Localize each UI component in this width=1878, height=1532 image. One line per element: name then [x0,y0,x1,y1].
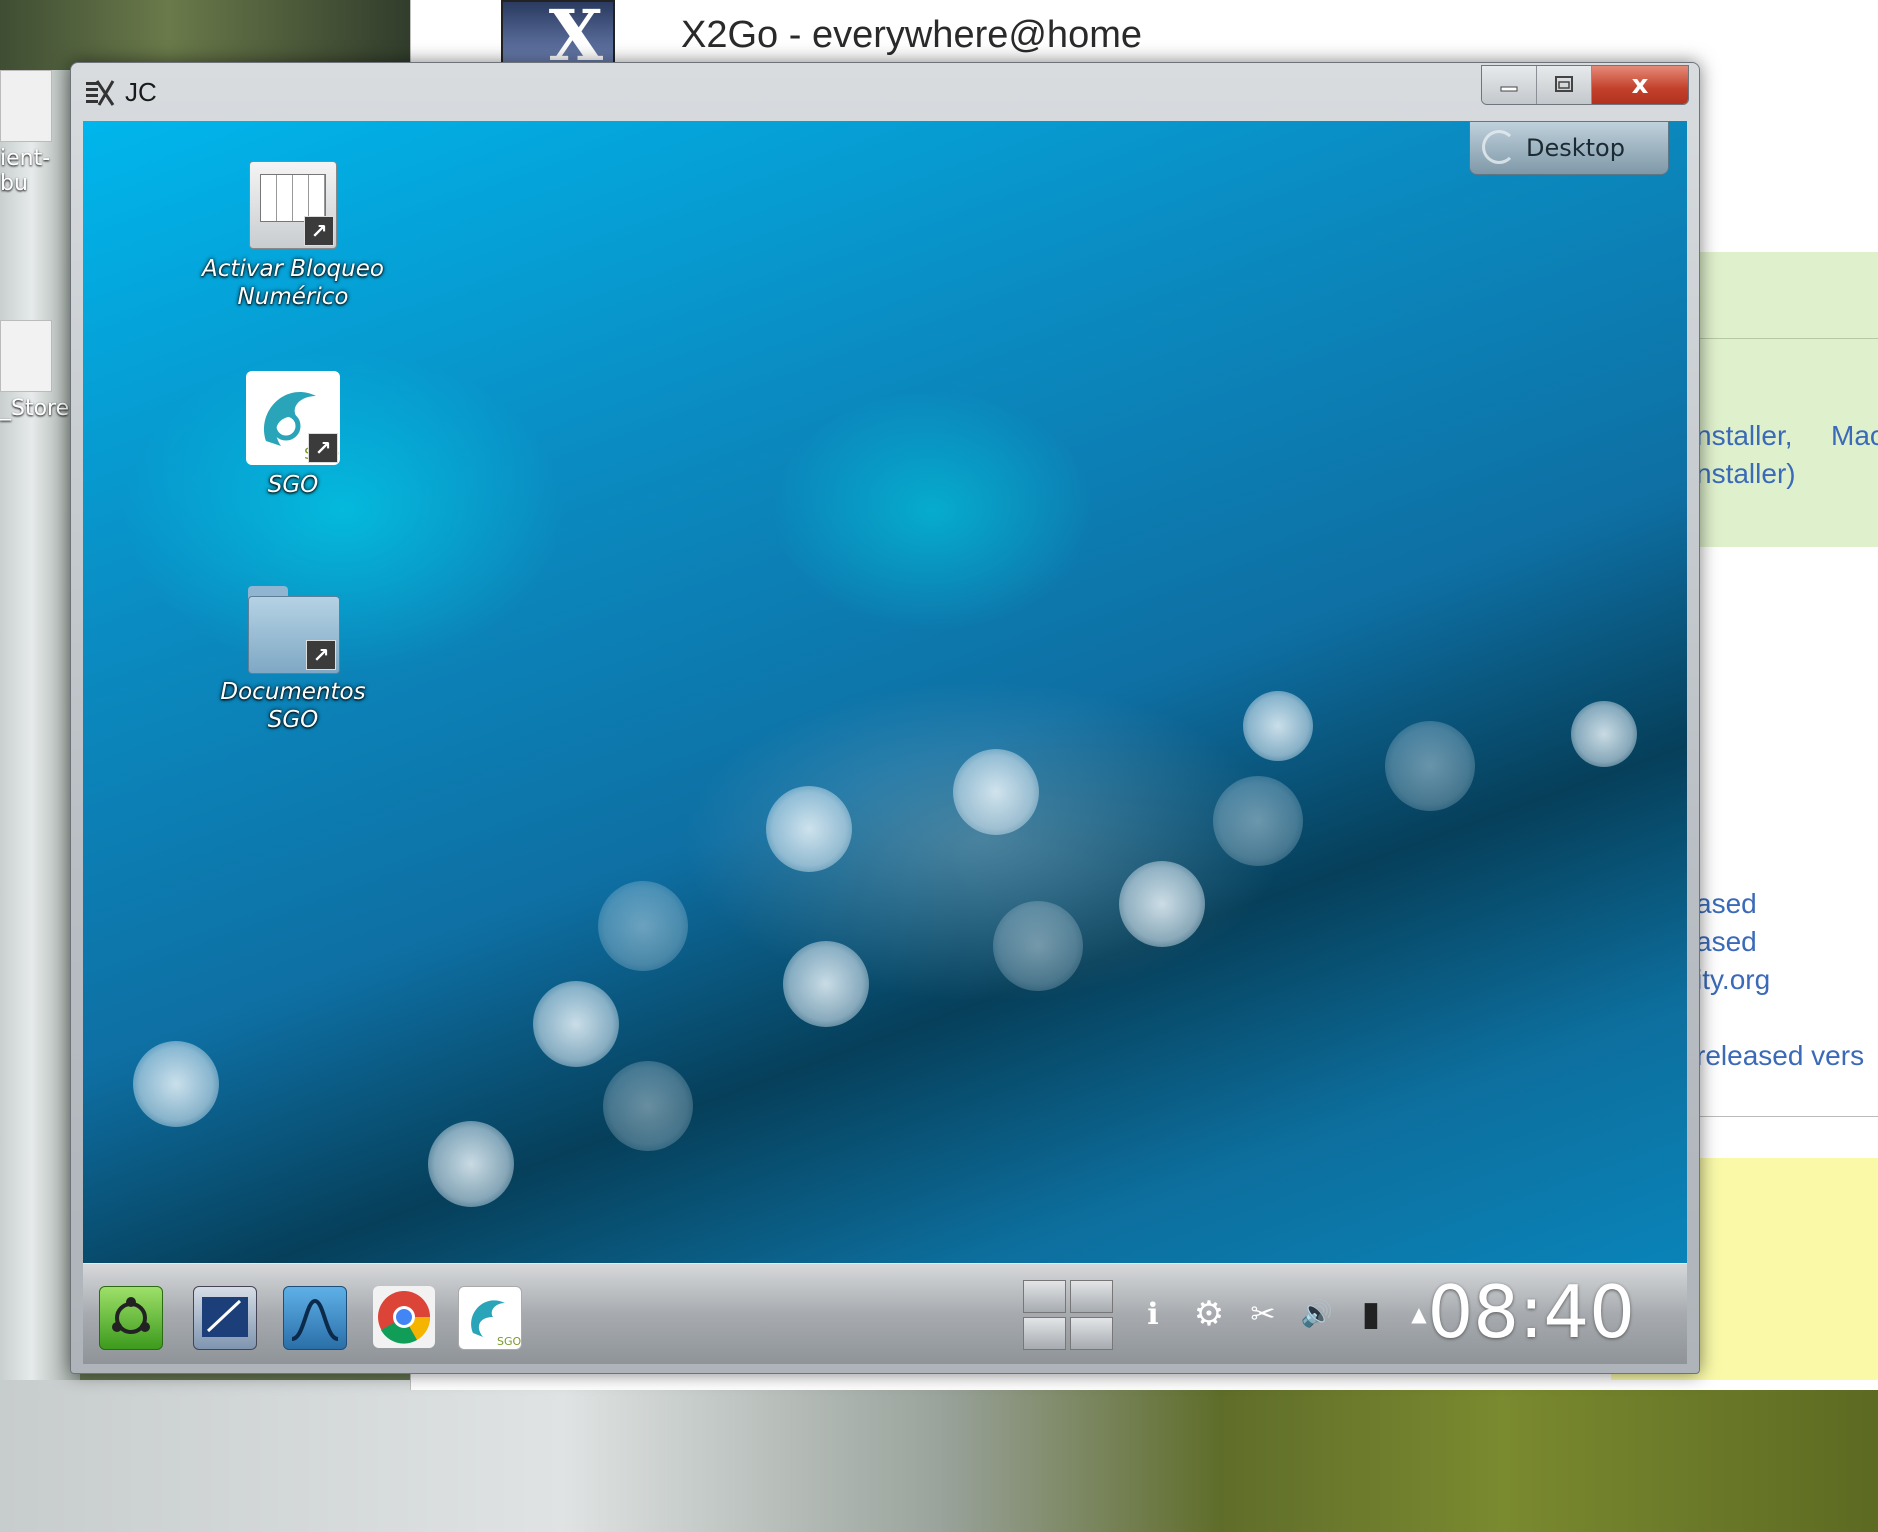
wallpaper-bokeh [428,1121,514,1207]
divider [1691,1116,1878,1117]
window-titlebar[interactable]: JC x [71,63,1699,121]
close-button[interactable]: x [1592,66,1688,104]
wallpaper-bokeh [993,901,1083,991]
link[interactable]: nstaller) [1696,458,1796,490]
info-icon[interactable]: ℹ [1133,1294,1173,1334]
wallpaper-bokeh [533,981,619,1067]
link[interactable]: ased [1696,926,1757,958]
x2go-logo: X [501,0,615,77]
pager-desktop-3[interactable] [1023,1317,1066,1350]
volume-icon[interactable]: 🔊 [1297,1294,1337,1334]
window-title: JC [125,77,157,107]
window-controls: x [1481,65,1689,105]
wallpaper-bokeh [1119,861,1205,947]
outer-desktop-icon[interactable]: _Store [0,320,70,421]
wallpaper-bokeh [783,941,869,1027]
desktop-toolbox-label: Desktop [1526,134,1625,162]
wallpaper-bokeh [598,881,688,971]
minimize-button[interactable] [1482,66,1537,104]
desktop-icon-sgo[interactable]: SGO ↗ SGO [198,371,388,499]
wallpaper-bokeh [953,749,1039,835]
link[interactable]: ased [1696,888,1757,920]
desktop-icon-label: SGO [267,472,319,498]
chrome-icon[interactable] [373,1286,435,1348]
desktop-toolbox-button[interactable]: Desktop [1469,121,1669,175]
kde-panel: SGO ℹ ⚙ ✂ 🔊 ▮ ▲ 08:40 [83,1263,1687,1364]
cashew-icon [1482,130,1516,164]
pager-desktop-1[interactable] [1023,1280,1066,1313]
settings-icon[interactable]: ⚙ [1189,1294,1229,1334]
outer-wallpaper-bottom [0,1380,1878,1532]
pager-desktop-2[interactable] [1070,1280,1113,1313]
digital-clock[interactable]: 08:40 [1428,1270,1636,1354]
maximize-button[interactable] [1537,66,1592,104]
wallpaper-bokeh [1213,776,1303,866]
pager-desktop-4[interactable] [1070,1317,1113,1350]
clipboard-icon[interactable]: ✂ [1243,1294,1283,1334]
folder-icon: ↗ [248,586,340,674]
desktop-icon-activar-bloqueo[interactable]: ↗ Activar Bloqueo Numérico [198,161,388,311]
wallpaper-bokeh [1243,691,1313,761]
outer-wallpaper-top [0,0,420,70]
minimize-icon [1500,86,1518,92]
maximize-icon [1555,76,1573,92]
wallpaper-bokeh [1385,721,1475,811]
x2go-session-window[interactable]: JC x Desktop ↗ Activar Bloqueo Numérico … [70,62,1700,1374]
wallpaper-bokeh [603,1061,693,1151]
sgo-app-icon: SGO ↗ [246,371,340,465]
outer-desktop-icon-label: ient-bu [0,146,51,196]
desktop-icon-label: Documentos SGO [220,679,366,733]
wireshark-icon[interactable] [283,1286,347,1350]
browser-page-title: X2Go - everywhere@home [681,14,1142,56]
link[interactable]: released vers [1696,1040,1864,1072]
wallpaper-bokeh [1571,701,1637,767]
battery-icon[interactable]: ▮ [1351,1294,1391,1334]
sgo-app-icon[interactable]: SGO [458,1286,522,1350]
wallpaper-bokeh [133,1041,219,1127]
close-icon: x [1631,70,1649,100]
desktop-icon-documentos-sgo[interactable]: ↗ Documentos SGO [198,586,388,734]
shortcut-arrow-icon: ↗ [306,640,336,670]
virtual-desktop-pager[interactable] [1023,1280,1113,1350]
x2go-app-icon [86,80,115,106]
svg-text:SGO: SGO [497,1335,521,1348]
shortcut-arrow-icon: ↗ [304,216,334,246]
outer-desktop-icon-label: _Store [0,396,70,421]
keyboard-shortcut-icon: ↗ [249,161,337,249]
remote-desktop[interactable]: Desktop ↗ Activar Bloqueo Numérico SGO ↗… [83,121,1687,1263]
download-box [1691,252,1878,547]
shortcut-arrow-icon: ↗ [308,433,338,463]
desktop-icon-label: Activar Bloqueo Numérico [202,256,384,310]
outer-wallpaper [0,0,80,1532]
kickoff-menu-icon[interactable] [99,1286,163,1350]
screenshot-tool-icon[interactable] [193,1286,257,1350]
link[interactable]: ity.org [1696,964,1770,996]
wallpaper-bokeh [766,786,852,872]
outer-desktop-icon[interactable]: ient-bu [0,70,70,196]
link[interactable]: Mac [1831,420,1878,452]
link[interactable]: nstaller, [1696,420,1793,452]
